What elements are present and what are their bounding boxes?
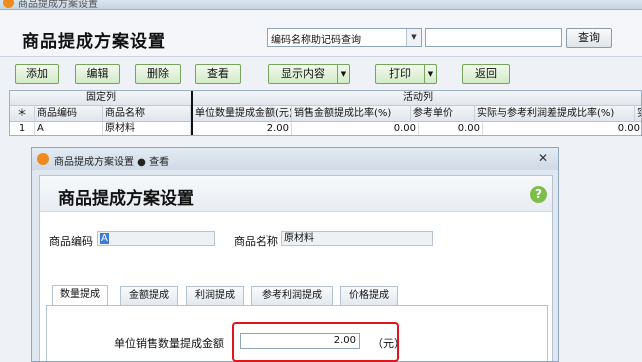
product-name-label: 商品名称 xyxy=(234,235,278,248)
display-content-label: 显示内容 xyxy=(281,67,325,80)
add-button[interactable]: 添加 xyxy=(15,64,59,84)
page-header: 商品提成方案设置 编码名称助记码查询 ▼ 查询 xyxy=(0,11,642,57)
search-input[interactable] xyxy=(425,28,562,47)
cell-diff-rate[interactable]: 0.00 xyxy=(483,122,641,135)
cell-code[interactable]: A xyxy=(35,122,103,135)
active-columns-group: 活动列 xyxy=(193,91,641,106)
frozen-column-divider xyxy=(191,91,193,135)
product-code-label: 商品编码 xyxy=(49,235,93,248)
app-icon xyxy=(3,0,14,8)
help-icon[interactable]: ? xyxy=(530,186,547,203)
window-title: 商品提成方案设置 xyxy=(18,0,98,10)
edit-button[interactable]: 编辑 xyxy=(75,64,120,84)
delete-button[interactable]: 删除 xyxy=(135,64,181,84)
dialog-header: 商品提成方案设置 ? xyxy=(40,176,552,212)
column-header-code[interactable]: 商品编码 xyxy=(35,106,103,122)
highlight-box xyxy=(232,322,399,362)
column-header-diff-rate[interactable]: 实际与参考利润差提成比率(%) xyxy=(475,106,635,122)
chevron-down-icon[interactable]: ▼ xyxy=(406,29,421,46)
cell-name[interactable]: 原材料 xyxy=(103,122,191,135)
tab-profit[interactable]: 利润提成 xyxy=(186,286,244,305)
tab-quantity[interactable]: 数量提成 xyxy=(52,285,108,305)
column-header-sales-rate[interactable]: 销售金额提成比率(%) xyxy=(292,106,411,122)
commission-grid: 固定列 活动列 ＊ 商品编码 商品名称 单位数量提成金额(元) 销售金额提成比率… xyxy=(9,90,642,136)
product-code-value: A xyxy=(100,233,109,244)
tab-reference-profit[interactable]: 参考利润提成 xyxy=(251,286,333,305)
column-header-marker[interactable]: ＊ xyxy=(10,106,35,122)
chevron-down-icon[interactable]: ▼ xyxy=(424,65,436,83)
close-icon[interactable]: ✕ xyxy=(538,151,548,165)
back-button[interactable]: 返回 xyxy=(462,64,510,84)
cell-unit-amount[interactable]: 2.00 xyxy=(193,122,292,135)
cell-sales-rate[interactable]: 0.00 xyxy=(292,122,419,135)
page-title: 商品提成方案设置 xyxy=(22,32,166,52)
view-button[interactable]: 查看 xyxy=(195,64,241,84)
tab-amount[interactable]: 金额提成 xyxy=(120,286,178,305)
dialog-title: 商品提成方案设置 ● 查看 xyxy=(54,157,170,168)
fixed-columns-group: 固定列 xyxy=(10,91,192,106)
column-header-ref-price[interactable]: 参考单价 xyxy=(411,106,475,122)
column-header-name[interactable]: 商品名称 xyxy=(103,106,191,122)
print-button[interactable]: 打印 ▼ xyxy=(375,64,437,84)
dialog-heading: 商品提成方案设置 xyxy=(58,189,194,209)
unit-quantity-amount-label: 单位销售数量提成金额 xyxy=(114,337,224,350)
dialog-titlebar: 商品提成方案设置 ● 查看 ✕ xyxy=(32,148,558,170)
search-mode-select[interactable]: 编码名称助记码查询 ▼ xyxy=(267,28,422,47)
window-titlebar: 商品提成方案设置 xyxy=(0,0,642,10)
column-header-unit-amount[interactable]: 单位数量提成金额(元) xyxy=(193,106,292,122)
product-code-field[interactable]: A ··· xyxy=(97,231,271,246)
display-content-button[interactable]: 显示内容 ▼ xyxy=(268,64,350,84)
search-mode-value: 编码名称助记码查询 xyxy=(271,35,361,46)
cell-ref-price[interactable]: 0.00 xyxy=(419,122,483,135)
product-name-field[interactable]: 原材料 xyxy=(281,231,433,246)
app-icon xyxy=(37,153,49,165)
row-index: 1 xyxy=(10,122,35,135)
search-button[interactable]: 查询 xyxy=(566,28,612,48)
tab-price[interactable]: 价格提成 xyxy=(340,286,398,305)
print-label: 打印 xyxy=(389,67,411,80)
chevron-down-icon[interactable]: ▼ xyxy=(337,65,349,83)
column-header-extra[interactable]: 实 xyxy=(635,106,641,122)
